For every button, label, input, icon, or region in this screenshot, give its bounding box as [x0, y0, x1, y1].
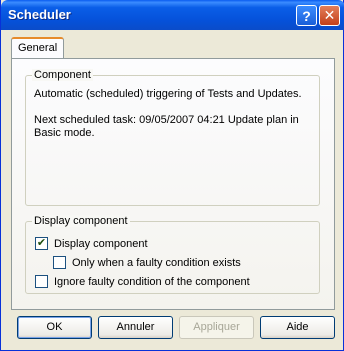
- next-task-line-1: Next scheduled task: 09/05/2007 04:21 Up…: [34, 114, 299, 126]
- apply-button[interactable]: Appliquer: [179, 316, 254, 339]
- component-group: Component Automatic (scheduled) triggeri…: [25, 69, 320, 206]
- faulty-only-label: Only when a faulty condition exists: [72, 256, 241, 269]
- faulty-only-checkbox[interactable]: [53, 256, 66, 269]
- faulty-only-checkbox-row[interactable]: Only when a faulty condition exists: [53, 256, 241, 269]
- next-task-line-2: Basic mode.: [34, 127, 95, 139]
- scheduler-dialog: Scheduler ? ✕ General Component Automati…: [0, 0, 344, 351]
- display-component-checkbox-row[interactable]: Display component: [35, 237, 148, 250]
- display-component-label: Display component: [54, 237, 148, 250]
- title-bar[interactable]: Scheduler ? ✕: [1, 0, 344, 30]
- tab-general[interactable]: General: [11, 37, 64, 59]
- ignore-faulty-checkbox-row[interactable]: Ignore faulty condition of the component: [35, 275, 250, 288]
- component-description: Automatic (scheduled) triggering of Test…: [34, 88, 302, 100]
- display-group-label: Display component: [32, 215, 130, 227]
- ignore-faulty-checkbox[interactable]: [35, 275, 48, 288]
- display-component-group: Display component Display component Only…: [25, 215, 320, 294]
- general-tab-panel: Component Automatic (scheduled) triggeri…: [11, 58, 335, 310]
- display-component-checkbox[interactable]: [35, 237, 48, 250]
- window-title: Scheduler: [8, 7, 71, 22]
- cancel-button[interactable]: Annuler: [98, 316, 173, 339]
- help-button[interactable]: Aide: [260, 316, 335, 339]
- close-icon[interactable]: ✕: [319, 5, 340, 26]
- help-icon[interactable]: ?: [296, 5, 317, 26]
- ignore-faulty-label: Ignore faulty condition of the component: [54, 275, 250, 288]
- component-group-label: Component: [32, 69, 93, 81]
- ok-button[interactable]: OK: [17, 316, 92, 339]
